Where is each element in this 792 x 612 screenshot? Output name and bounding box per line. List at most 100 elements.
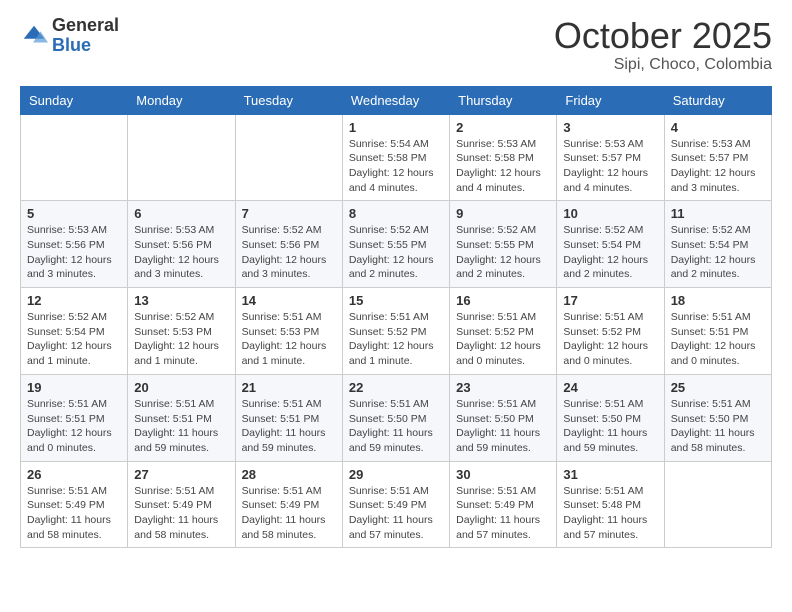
- weekday-header-row: SundayMondayTuesdayWednesdayThursdayFrid…: [21, 86, 772, 114]
- day-info: Sunrise: 5:53 AM Sunset: 5:57 PM Dayligh…: [671, 137, 765, 196]
- day-number: 19: [27, 380, 121, 395]
- day-info: Sunrise: 5:51 AM Sunset: 5:49 PM Dayligh…: [134, 484, 228, 543]
- day-info: Sunrise: 5:52 AM Sunset: 5:54 PM Dayligh…: [27, 310, 121, 369]
- weekday-header-wednesday: Wednesday: [342, 86, 449, 114]
- day-number: 5: [27, 206, 121, 221]
- day-number: 30: [456, 467, 550, 482]
- calendar-cell: 10 Sunrise: 5:52 AM Sunset: 5:54 PM Dayli…: [557, 201, 664, 288]
- calendar-cell: [235, 114, 342, 201]
- calendar-cell: 16Sunrise: 5:51 AM Sunset: 5:52 PM Dayli…: [450, 288, 557, 375]
- day-number: 7: [242, 206, 336, 221]
- calendar-cell: 5 Sunrise: 5:53 AM Sunset: 5:56 PM Daylig…: [21, 201, 128, 288]
- day-info: Sunrise: 5:51 AM Sunset: 5:49 PM Dayligh…: [349, 484, 443, 543]
- weekday-header-tuesday: Tuesday: [235, 86, 342, 114]
- day-info: Sunrise: 5:52 AM Sunset: 5:54 PM Dayligh…: [563, 223, 657, 282]
- calendar-cell: 19 Sunrise: 5:51 AM Sunset: 5:51 PM Dayli…: [21, 374, 128, 461]
- day-info: Sunrise: 5:54 AM Sunset: 5:58 PM Dayligh…: [349, 137, 443, 196]
- day-info: Sunrise: 5:53 AM Sunset: 5:57 PM Dayligh…: [563, 137, 657, 196]
- calendar-cell: 31 Sunrise: 5:51 AM Sunset: 5:48 PM Dayli…: [557, 461, 664, 548]
- calendar-cell: 9Sunrise: 5:52 AM Sunset: 5:55 PM Daylig…: [450, 201, 557, 288]
- calendar-cell: 27 Sunrise: 5:51 AM Sunset: 5:49 PM Dayli…: [128, 461, 235, 548]
- calendar-cell: 20 Sunrise: 5:51 AM Sunset: 5:51 PM Dayli…: [128, 374, 235, 461]
- day-number: 2: [456, 120, 550, 135]
- calendar-week-2: 5 Sunrise: 5:53 AM Sunset: 5:56 PM Daylig…: [21, 201, 772, 288]
- day-number: 21: [242, 380, 336, 395]
- day-number: 11: [671, 206, 765, 221]
- day-number: 25: [671, 380, 765, 395]
- calendar-title: October 2025: [554, 16, 772, 56]
- calendar-cell: 29 Sunrise: 5:51 AM Sunset: 5:49 PM Dayli…: [342, 461, 449, 548]
- day-info: Sunrise: 5:52 AM Sunset: 5:56 PM Dayligh…: [242, 223, 336, 282]
- day-number: 8: [349, 206, 443, 221]
- day-number: 24: [563, 380, 657, 395]
- day-number: 18: [671, 293, 765, 308]
- day-info: Sunrise: 5:51 AM Sunset: 5:48 PM Dayligh…: [563, 484, 657, 543]
- day-number: 1: [349, 120, 443, 135]
- logo-text: General Blue: [52, 16, 119, 56]
- weekday-header-saturday: Saturday: [664, 86, 771, 114]
- calendar-cell: 30 Sunrise: 5:51 AM Sunset: 5:49 PM Dayli…: [450, 461, 557, 548]
- calendar-cell: 2 Sunrise: 5:53 AM Sunset: 5:58 PM Daylig…: [450, 114, 557, 201]
- day-number: 9: [456, 206, 550, 221]
- day-number: 6: [134, 206, 228, 221]
- weekday-header-sunday: Sunday: [21, 86, 128, 114]
- day-info: Sunrise: 5:51 AM Sunset: 5:50 PM Dayligh…: [671, 397, 765, 456]
- calendar-week-4: 19 Sunrise: 5:51 AM Sunset: 5:51 PM Dayli…: [21, 374, 772, 461]
- day-info: Sunrise: 5:51 AM Sunset: 5:49 PM Dayligh…: [456, 484, 550, 543]
- day-info: Sunrise: 5:52 AM Sunset: 5:53 PM Dayligh…: [134, 310, 228, 369]
- day-number: 16: [456, 293, 550, 308]
- day-info: Sunrise: 5:51 AM Sunset: 5:51 PM Dayligh…: [671, 310, 765, 369]
- weekday-header-thursday: Thursday: [450, 86, 557, 114]
- day-number: 22: [349, 380, 443, 395]
- calendar-cell: 3 Sunrise: 5:53 AM Sunset: 5:57 PM Daylig…: [557, 114, 664, 201]
- day-info: Sunrise: 5:51 AM Sunset: 5:50 PM Dayligh…: [349, 397, 443, 456]
- calendar-cell: 17Sunrise: 5:51 AM Sunset: 5:52 PM Dayli…: [557, 288, 664, 375]
- calendar-cell: [664, 461, 771, 548]
- weekday-header-friday: Friday: [557, 86, 664, 114]
- day-info: Sunrise: 5:53 AM Sunset: 5:58 PM Dayligh…: [456, 137, 550, 196]
- calendar-cell: 12 Sunrise: 5:52 AM Sunset: 5:54 PM Dayli…: [21, 288, 128, 375]
- day-number: 4: [671, 120, 765, 135]
- page-header: General Blue October 2025 Sipi, Choco, C…: [20, 16, 772, 74]
- day-number: 3: [563, 120, 657, 135]
- logo-blue: Blue: [52, 36, 119, 56]
- day-info: Sunrise: 5:53 AM Sunset: 5:56 PM Dayligh…: [134, 223, 228, 282]
- day-number: 20: [134, 380, 228, 395]
- calendar-cell: 1 Sunrise: 5:54 AM Sunset: 5:58 PM Daylig…: [342, 114, 449, 201]
- day-info: Sunrise: 5:53 AM Sunset: 5:56 PM Dayligh…: [27, 223, 121, 282]
- day-number: 31: [563, 467, 657, 482]
- day-number: 15: [349, 293, 443, 308]
- day-info: Sunrise: 5:51 AM Sunset: 5:49 PM Dayligh…: [27, 484, 121, 543]
- day-info: Sunrise: 5:51 AM Sunset: 5:49 PM Dayligh…: [242, 484, 336, 543]
- calendar-week-3: 12 Sunrise: 5:52 AM Sunset: 5:54 PM Dayli…: [21, 288, 772, 375]
- calendar-cell: 11Sunrise: 5:52 AM Sunset: 5:54 PM Dayli…: [664, 201, 771, 288]
- day-number: 14: [242, 293, 336, 308]
- calendar-cell: 4 Sunrise: 5:53 AM Sunset: 5:57 PM Daylig…: [664, 114, 771, 201]
- calendar-table: SundayMondayTuesdayWednesdayThursdayFrid…: [20, 86, 772, 549]
- day-info: Sunrise: 5:51 AM Sunset: 5:51 PM Dayligh…: [27, 397, 121, 456]
- day-info: Sunrise: 5:51 AM Sunset: 5:53 PM Dayligh…: [242, 310, 336, 369]
- day-number: 12: [27, 293, 121, 308]
- calendar-cell: 23Sunrise: 5:51 AM Sunset: 5:50 PM Dayli…: [450, 374, 557, 461]
- calendar-subtitle: Sipi, Choco, Colombia: [554, 56, 772, 74]
- day-number: 29: [349, 467, 443, 482]
- calendar-cell: 22 Sunrise: 5:51 AM Sunset: 5:50 PM Dayli…: [342, 374, 449, 461]
- calendar-week-1: 1 Sunrise: 5:54 AM Sunset: 5:58 PM Daylig…: [21, 114, 772, 201]
- calendar-cell: 26 Sunrise: 5:51 AM Sunset: 5:49 PM Dayli…: [21, 461, 128, 548]
- day-info: Sunrise: 5:52 AM Sunset: 5:55 PM Dayligh…: [349, 223, 443, 282]
- day-info: Sunrise: 5:51 AM Sunset: 5:51 PM Dayligh…: [134, 397, 228, 456]
- calendar-cell: 28Sunrise: 5:51 AM Sunset: 5:49 PM Dayli…: [235, 461, 342, 548]
- calendar-cell: 13 Sunrise: 5:52 AM Sunset: 5:53 PM Dayli…: [128, 288, 235, 375]
- calendar-cell: 6 Sunrise: 5:53 AM Sunset: 5:56 PM Daylig…: [128, 201, 235, 288]
- day-number: 26: [27, 467, 121, 482]
- calendar-cell: 24Sunrise: 5:51 AM Sunset: 5:50 PM Dayli…: [557, 374, 664, 461]
- calendar-cell: [21, 114, 128, 201]
- calendar-cell: 18 Sunrise: 5:51 AM Sunset: 5:51 PM Dayli…: [664, 288, 771, 375]
- logo: General Blue: [20, 16, 119, 56]
- day-info: Sunrise: 5:51 AM Sunset: 5:50 PM Dayligh…: [456, 397, 550, 456]
- calendar-cell: 21Sunrise: 5:51 AM Sunset: 5:51 PM Dayli…: [235, 374, 342, 461]
- calendar-cell: 25 Sunrise: 5:51 AM Sunset: 5:50 PM Dayli…: [664, 374, 771, 461]
- day-number: 27: [134, 467, 228, 482]
- day-number: 10: [563, 206, 657, 221]
- day-number: 13: [134, 293, 228, 308]
